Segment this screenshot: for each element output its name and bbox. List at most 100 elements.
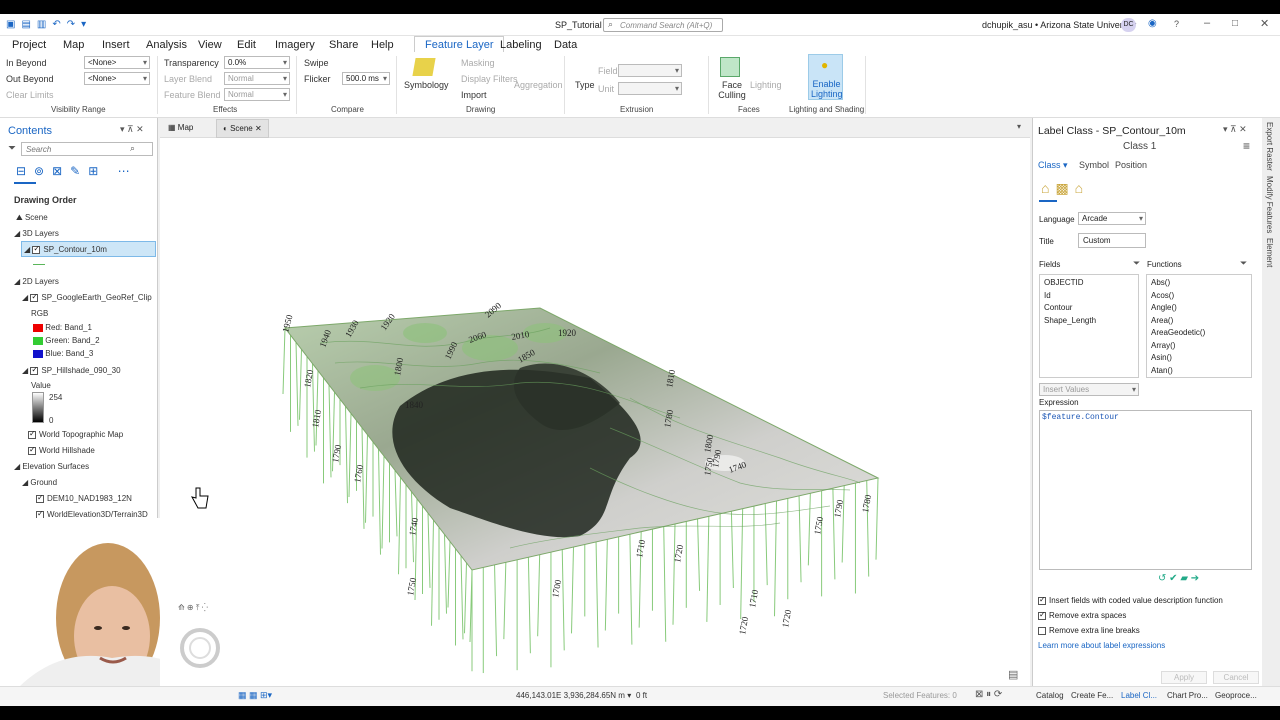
function-list-item[interactable]: Acos() [1151, 291, 1174, 300]
tab-export-raster[interactable]: Export Raster [1265, 122, 1274, 171]
refresh-controls-icons[interactable]: ⊠ ⏸ ⟳ [975, 689, 1002, 700]
hillshade-checkbox[interactable] [30, 365, 39, 375]
tree-dem[interactable]: DEM10_NAD1983_12N [36, 493, 132, 503]
tree-3d-layers[interactable]: ◢ 3D Layers [14, 229, 59, 238]
tab-symbol[interactable]: Symbol [1079, 160, 1109, 170]
tree-ground[interactable]: ◢ Ground [22, 478, 57, 487]
masking-button[interactable]: Masking [461, 58, 495, 68]
option-extra-spaces[interactable]: Remove extra spaces [1038, 610, 1126, 620]
extra-spaces-checkbox[interactable] [1038, 610, 1046, 620]
enable-lighting-button[interactable]: ● Enable Lighting [808, 54, 843, 100]
display-filters-button[interactable]: Display Filters [461, 74, 518, 84]
feature-blend-select[interactable]: Normal [224, 88, 290, 101]
scene-view[interactable]: ▦ Map ◐ Scene ✕ ▾ 1950 1940 1930 1920 20… [160, 118, 1030, 686]
tree-scene[interactable]: ⛰ Scene [16, 213, 48, 223]
tab-edit[interactable]: Edit [237, 39, 256, 51]
view-toggle-icons[interactable]: ⊟⊚⊠✎⊞ ⋯ [16, 164, 138, 178]
tab-class[interactable]: Class ▾ [1038, 160, 1068, 171]
quick-access-icons[interactable]: ▣▤▥↶↷▾ [6, 19, 92, 30]
tab-imagery[interactable]: Imagery [275, 39, 315, 51]
tree-contour-layer[interactable]: ◢ SP_Contour_10m [21, 241, 156, 257]
georef-checkbox[interactable] [30, 292, 39, 302]
contents-search-input[interactable]: Search ⌕ [21, 142, 153, 156]
face-culling-button[interactable]: Face Culling [716, 80, 748, 100]
field-list-item[interactable]: Id [1044, 291, 1051, 300]
layer-blend-select[interactable]: Normal [224, 72, 290, 85]
minimize-icon[interactable]: – [1204, 17, 1210, 29]
function-list-item[interactable]: Array() [1151, 341, 1175, 350]
tab-share[interactable]: Share [329, 39, 358, 51]
avatar[interactable]: DC [1121, 18, 1136, 32]
tab-data[interactable]: Data [554, 39, 577, 51]
tab-map-view[interactable]: ▦ Map [168, 123, 193, 132]
bottom-tab-chart-properties[interactable]: Chart Pro... [1167, 691, 1208, 700]
tab-modify-features[interactable]: Modify Features [1265, 176, 1274, 233]
functions-list[interactable]: Abs() Acos() Angle() Area() AreaGeodetic() Ar… [1146, 274, 1252, 378]
filter-functions-icon[interactable]: ⏷ [1240, 258, 1247, 269]
field-select[interactable] [618, 64, 682, 77]
tab-map[interactable]: Map [63, 39, 84, 51]
close-icon[interactable]: ✕ [1260, 17, 1269, 30]
lighting-button[interactable]: Lighting [750, 80, 782, 90]
cancel-button[interactable]: Cancel [1213, 671, 1259, 684]
pane-menu-icon[interactable]: ▾ ⊼ ✕ [120, 124, 144, 135]
tree-world-hillshade[interactable]: World Hillshade [28, 445, 95, 455]
type-button[interactable]: Type [575, 80, 595, 90]
title-input[interactable]: Custom [1078, 233, 1146, 248]
swipe-button[interactable]: Swipe [304, 58, 329, 68]
bottom-tab-catalog[interactable]: Catalog [1036, 691, 1064, 700]
tab-help[interactable]: Help [371, 39, 394, 51]
tree-georef-layer[interactable]: ◢ SP_GoogleEarth_GeoRef_Clip [22, 292, 152, 302]
tab-feature-layer[interactable]: Feature Layer [414, 36, 505, 52]
function-list-item[interactable]: Angle() [1151, 303, 1177, 312]
filter-icon[interactable]: ⏷ [8, 143, 16, 154]
field-list-item[interactable]: OBJECTID [1044, 278, 1084, 287]
filter-fields-icon[interactable]: ⏷ [1133, 258, 1140, 269]
unit-select[interactable] [618, 82, 682, 95]
contour-checkbox[interactable] [32, 244, 41, 254]
bottom-tab-geoprocessing[interactable]: Geoproce... [1215, 691, 1257, 700]
out-beyond-label[interactable]: Out Beyond [6, 74, 54, 84]
tab-labeling[interactable]: Labeling [500, 39, 542, 51]
command-search-input[interactable]: ⌕ Command Search (Alt+Q) [603, 18, 723, 32]
coded-values-checkbox[interactable] [1038, 595, 1046, 605]
tab-view[interactable]: View [198, 39, 222, 51]
expression-editor[interactable]: $feature.Contour [1039, 410, 1252, 570]
bottom-tab-create-features[interactable]: Create Fe... [1071, 691, 1113, 700]
out-beyond-select[interactable]: <None> [84, 72, 150, 85]
world-hillshade-checkbox[interactable] [28, 445, 36, 455]
field-list-item[interactable]: Contour [1044, 303, 1072, 312]
nav-control[interactable] [180, 628, 220, 668]
maximize-icon[interactable]: □ [1232, 18, 1238, 29]
notification-icon[interactable]: ◉ [1148, 18, 1157, 29]
bottom-tab-label-class[interactable]: Label Cl... [1121, 691, 1157, 700]
option-coded-values[interactable]: Insert fields with coded value descripti… [1038, 595, 1223, 605]
learn-more-link[interactable]: Learn more about label expressions [1038, 641, 1165, 650]
apply-button[interactable]: Apply [1161, 671, 1207, 684]
fields-list[interactable]: OBJECTID Id Contour Shape_Length [1039, 274, 1139, 378]
function-list-item[interactable]: Atan() [1151, 366, 1173, 375]
nav-tool-icons[interactable]: ⟰ ⊕ ⤒ ⁛ [178, 603, 208, 612]
in-beyond-label[interactable]: In Beyond [6, 58, 47, 68]
selected-features[interactable]: Selected Features: 0 [883, 691, 957, 700]
dem-checkbox[interactable] [36, 493, 44, 503]
tree-topo-layer[interactable]: World Topographic Map [28, 429, 123, 439]
transparency-input[interactable]: 0.0% [224, 56, 290, 69]
help-icon[interactable]: ? [1174, 19, 1179, 29]
tab-scene-view[interactable]: ◐ Scene ✕ [216, 119, 269, 138]
class-menu-icon[interactable]: ≡ [1243, 139, 1250, 153]
class-name[interactable]: Class 1 [1123, 141, 1156, 152]
symbology-button[interactable]: Symbology [404, 80, 449, 90]
insert-values-select[interactable]: Insert Values [1039, 383, 1139, 396]
tab-position[interactable]: Position [1115, 160, 1147, 170]
language-select[interactable]: Arcade [1078, 212, 1146, 225]
tab-project[interactable]: Project [12, 39, 46, 51]
function-list-item[interactable]: Abs() [1151, 278, 1170, 287]
option-line-breaks[interactable]: Remove extra line breaks [1038, 626, 1140, 635]
tree-hillshade-layer[interactable]: ◢ SP_Hillshade_090_30 [22, 365, 121, 375]
tree-elevation[interactable]: ◢ Elevation Surfaces [14, 462, 89, 471]
in-beyond-select[interactable]: <None> [84, 56, 150, 69]
user-account[interactable]: dchupik_asu • Arizona State University [982, 20, 1136, 30]
function-list-item[interactable]: Asin() [1151, 353, 1172, 362]
class-subtabs-icons[interactable]: ⌂▩⌂ [1041, 180, 1089, 197]
